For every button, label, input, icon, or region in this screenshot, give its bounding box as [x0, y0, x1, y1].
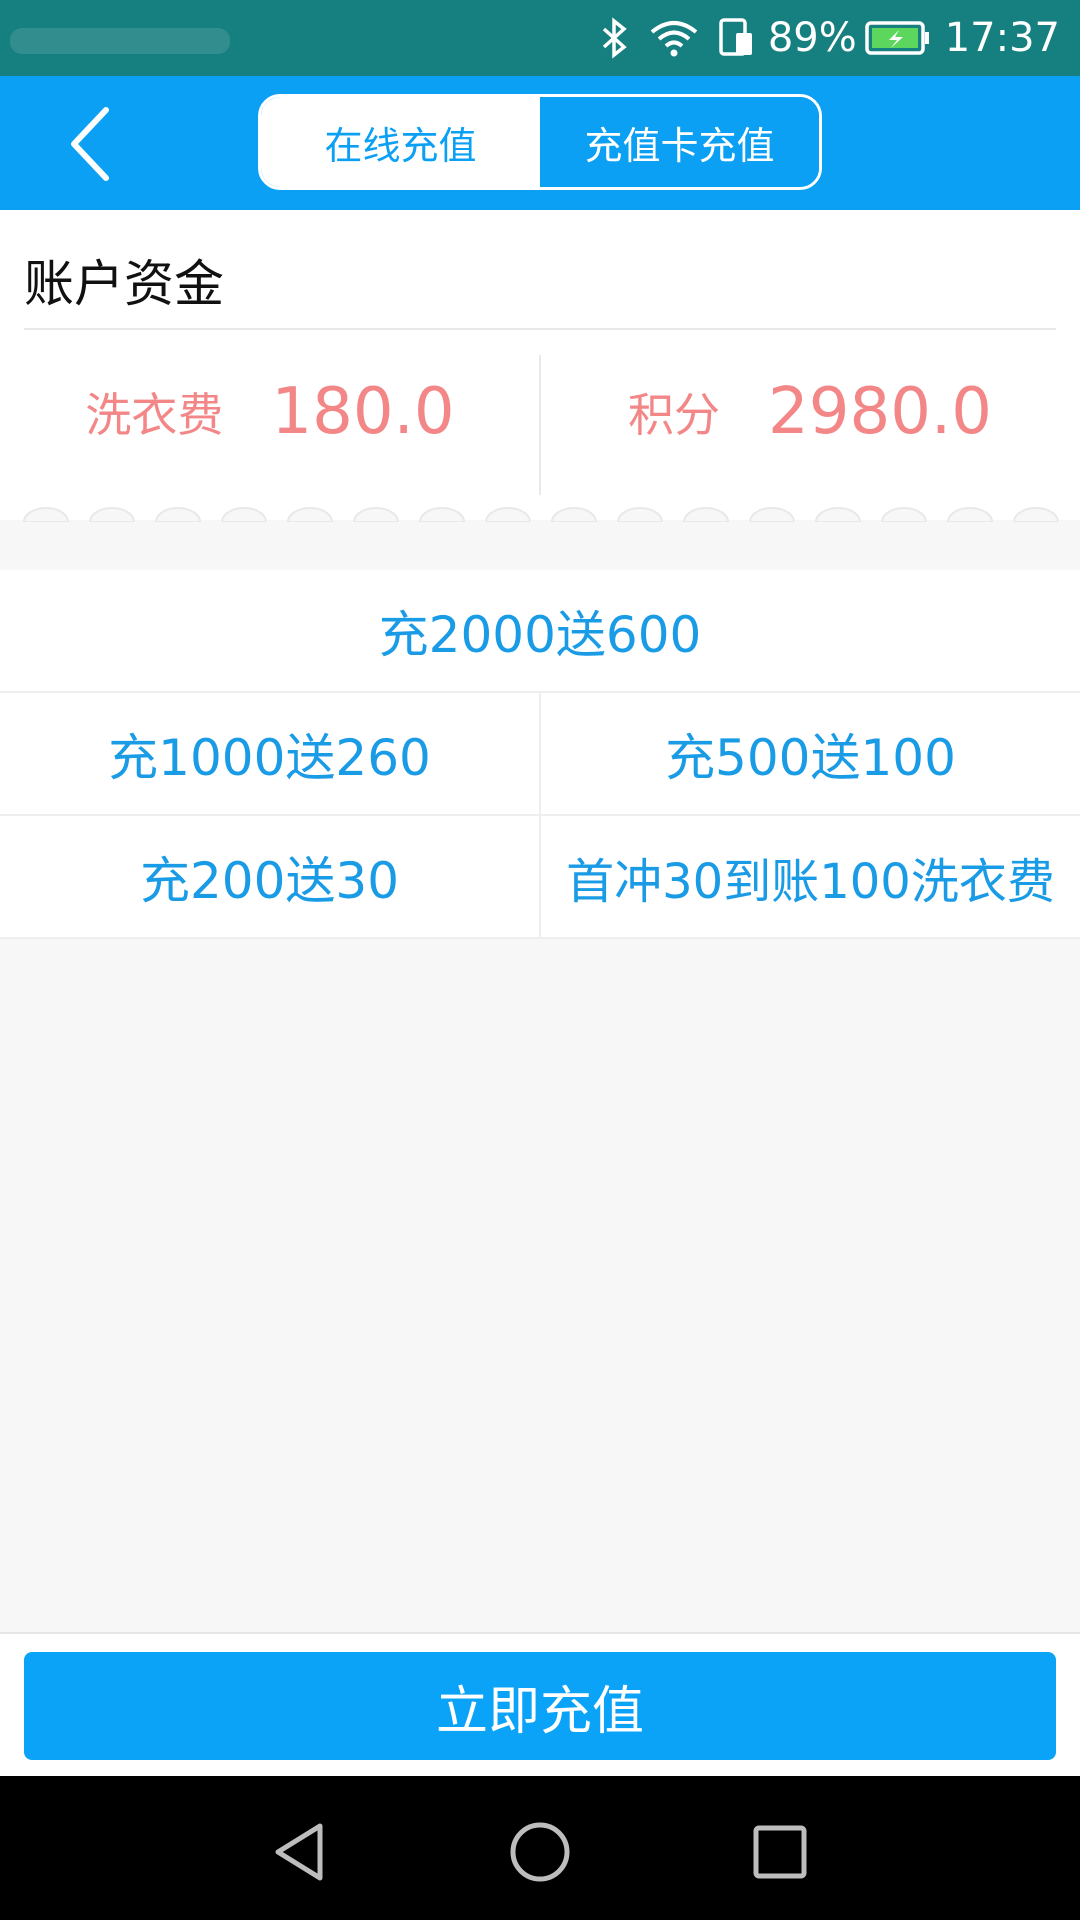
package-row: 充2000送600: [0, 570, 1080, 693]
recharge-type-tabs: 在线充值 充值卡充值: [258, 94, 822, 190]
nav-back-button[interactable]: [260, 1812, 340, 1892]
sim-icon: [718, 17, 754, 59]
battery-percent: 89%: [767, 15, 857, 61]
chevron-left-icon: [71, 107, 109, 181]
points-label: 积分: [628, 388, 721, 442]
account-title: 账户资金: [24, 255, 224, 313]
scallop-edge: [0, 500, 1080, 522]
wifi-icon: [648, 18, 700, 58]
package-row: 充200送30 首冲30到账100洗衣费: [0, 816, 1080, 939]
screen: 89% 17:37 在线充值 充值卡充值 账户资金 洗衣费 180.0 积分 2…: [0, 0, 1080, 1920]
laundry-fee-label: 洗衣费: [85, 388, 224, 442]
circle-home-icon: [510, 1822, 570, 1882]
recharge-now-button[interactable]: 立即充值: [24, 1652, 1056, 1760]
divider: [24, 328, 1056, 330]
bluetooth-icon: [600, 17, 630, 59]
blurred-notification: [10, 28, 230, 54]
battery-icon: [864, 20, 931, 56]
clock: 17:37: [944, 15, 1060, 61]
package-500[interactable]: 充500送100: [541, 693, 1080, 814]
header: 在线充值 充值卡充值: [0, 76, 1080, 210]
laundry-fee-balance: 洗衣费 180.0: [0, 338, 540, 486]
status-bar: 89% 17:37: [0, 0, 1080, 76]
points-value: 2980.0: [768, 375, 992, 449]
square-recent-icon: [753, 1825, 807, 1879]
package-1000[interactable]: 充1000送260: [0, 693, 541, 814]
nav-home-button[interactable]: [500, 1812, 580, 1892]
package-200[interactable]: 充200送30: [0, 816, 541, 937]
account-funds-card: 账户资金 洗衣费 180.0 积分 2980.0: [0, 210, 1080, 520]
bottom-action-bar: 立即充值: [0, 1632, 1080, 1776]
triangle-back-icon: [275, 1823, 323, 1881]
recharge-packages: 充2000送600 充1000送260 充500送100 充200送30 首冲3…: [0, 570, 1080, 939]
nav-recent-button[interactable]: [740, 1812, 820, 1892]
tab-online-recharge[interactable]: 在线充值: [261, 97, 540, 187]
tab-card-recharge[interactable]: 充值卡充值: [540, 97, 819, 187]
package-2000[interactable]: 充2000送600: [0, 570, 1080, 691]
points-balance: 积分 2980.0: [540, 338, 1080, 486]
package-first-recharge-30[interactable]: 首冲30到账100洗衣费: [541, 816, 1080, 937]
system-nav-bar: [0, 1776, 1080, 1920]
laundry-fee-value: 180.0: [271, 375, 455, 449]
back-button[interactable]: [50, 102, 130, 186]
package-row: 充1000送260 充500送100: [0, 693, 1080, 816]
